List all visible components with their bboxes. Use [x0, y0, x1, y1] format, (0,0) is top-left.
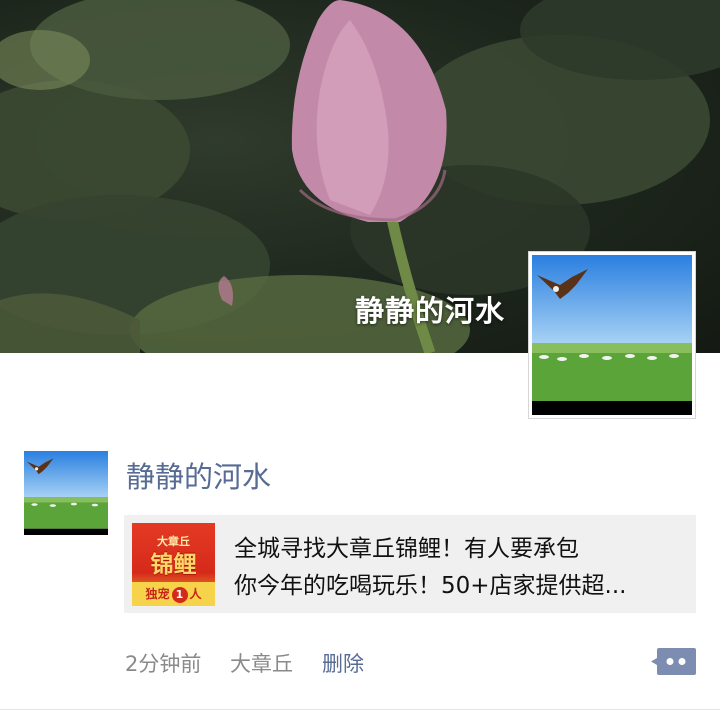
profile-avatar[interactable]: [528, 251, 696, 419]
post-location[interactable]: 大章丘: [230, 648, 293, 678]
post-timestamp: 2分钟前: [125, 652, 202, 676]
delete-post-button[interactable]: 删除: [322, 648, 364, 678]
eagle-landscape-avatar-image: [24, 451, 108, 535]
shared-link-title: 全城寻找大章丘锦鲤！有人要承包 你今年的吃喝玩乐！50+店家提供超...: [234, 531, 686, 605]
thumbnail-footer-right: 人: [189, 587, 202, 601]
shared-link-card[interactable]: 大章丘 锦鲤 独宠 1 人 全城寻找大章丘锦鲤！有人要承包 你今年的吃喝玩乐！50+…: [124, 515, 696, 613]
bottom-divider: [0, 709, 720, 710]
shared-link-title-line-2: 你今年的吃喝玩乐！50+店家提供超...: [234, 573, 627, 599]
more-options-icon: [651, 648, 696, 675]
thumbnail-footer: 独宠 1 人: [132, 582, 215, 606]
thumbnail-title: 锦鲤: [150, 552, 197, 578]
shared-link-thumbnail: 大章丘 锦鲤 独宠 1 人: [132, 523, 215, 606]
comment-more-icon[interactable]: [651, 646, 696, 677]
thumbnail-footer-left: 独宠: [145, 587, 170, 601]
thumbnail-footer-number: 1: [171, 587, 188, 603]
shared-link-title-line-1: 全城寻找大章丘锦鲤！有人要承包: [234, 536, 579, 562]
post-author-name[interactable]: 静静的河水: [126, 454, 271, 496]
post-author-avatar[interactable]: [24, 451, 108, 535]
cover-username: 静静的河水: [354, 294, 505, 328]
eagle-landscape-avatar-image: [532, 255, 692, 415]
